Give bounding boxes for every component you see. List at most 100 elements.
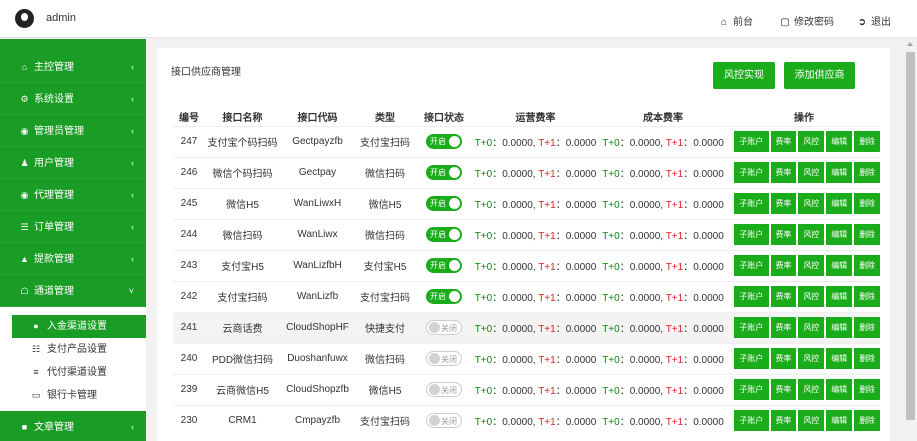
sidebar-item-2[interactable]: ⚙ 系统设置 ‹ [0, 83, 146, 115]
cell-code: WanLizfbH [280, 249, 355, 281]
sub-account-button[interactable]: 子账户 [734, 224, 769, 245]
sub-account-button[interactable]: 子账户 [734, 255, 769, 276]
rate-button[interactable]: 费率 [770, 255, 797, 276]
sidebar-item-4[interactable]: ♟ 用户管理 ‹ [0, 147, 146, 179]
cogs-icon: ⚙ [20, 94, 29, 104]
risk-button[interactable]: 风控 [798, 224, 825, 245]
delete-button[interactable]: 删除 [854, 224, 880, 245]
rate-button[interactable]: 费率 [770, 379, 797, 400]
rate-button[interactable]: 费率 [770, 317, 797, 338]
toggle-knob [429, 415, 440, 427]
submenu-item-4[interactable]: ▭ 银行卡管理 [12, 384, 146, 407]
rate-button[interactable]: 费率 [770, 286, 797, 307]
username-label[interactable]: admin [46, 12, 76, 24]
table-row: 247 支付宝个码扫码 Gectpayzfb 支付宝扫码 开启 T+0：0.0000, T… [173, 125, 880, 157]
delete-button[interactable]: 删除 [854, 162, 880, 183]
sub-account-button[interactable]: 子账户 [734, 348, 769, 369]
rate-button[interactable]: 费率 [770, 131, 797, 152]
delete-button[interactable]: 删除 [854, 255, 880, 276]
add-supplier-button[interactable]: 添加供应商 [784, 62, 855, 89]
edit-button[interactable]: 编辑 [826, 348, 853, 369]
delete-button[interactable]: 删除 [854, 317, 880, 338]
sub-account-button[interactable]: 子账户 [734, 286, 769, 307]
sub-account-button[interactable]: 子账户 [734, 162, 769, 183]
delete-button[interactable]: 删除 [854, 410, 880, 432]
cell-status: 关闭 [415, 342, 473, 374]
sub-account-button[interactable]: 子账户 [734, 131, 769, 152]
cell-code: WanLiwx [280, 218, 355, 250]
sidebar-item-8[interactable]: ☖ 通道管理 ˅ [0, 275, 146, 307]
status-toggle[interactable]: 开启 [426, 165, 462, 180]
delete-button[interactable]: 删除 [854, 379, 880, 400]
list-icon: ☰ [20, 222, 29, 232]
status-toggle[interactable]: 开启 [426, 196, 462, 211]
rate-button[interactable]: 费率 [770, 348, 797, 369]
edit-button[interactable]: 编辑 [826, 193, 853, 214]
edit-button[interactable]: 编辑 [826, 379, 853, 400]
sidebar-item-3[interactable]: ◉ 管理员管理 ‹ [0, 115, 146, 147]
edit-button[interactable]: 编辑 [826, 255, 853, 276]
submenu-item-3[interactable]: ≡ 代付渠道设置 [12, 361, 146, 384]
scroll-up-arrow-icon[interactable] [907, 42, 913, 46]
action-buttons: 子账户 费率 风控 编辑 删除 [728, 255, 880, 276]
avatar-icon[interactable] [15, 9, 34, 28]
risk-button[interactable]: 风控 [798, 410, 825, 432]
column-header: 运营费率 [515, 112, 556, 124]
delete-button[interactable]: 删除 [854, 348, 880, 369]
status-toggle[interactable]: 开启 [426, 134, 462, 149]
t1-label: T+1 [665, 262, 684, 273]
rate-button[interactable]: 费率 [770, 224, 797, 245]
risk-button[interactable]: 风控 [798, 379, 825, 400]
sidebar-item-articles[interactable]: ■ 文章管理 ‹ [0, 411, 146, 441]
sub-account-button[interactable]: 子账户 [734, 317, 769, 338]
sidebar-item-label: 主控管理 [34, 62, 74, 73]
edit-button[interactable]: 编辑 [826, 131, 853, 152]
risk-button[interactable]: 风控 [798, 286, 825, 307]
submenu-item-2[interactable]: ☷ 支付产品设置 [12, 338, 146, 361]
chevron-left-icon: ‹ [131, 94, 134, 104]
logout-link[interactable]: ➲ 退出 [856, 13, 891, 28]
rate-button[interactable]: 费率 [770, 193, 797, 214]
sub-account-button[interactable]: 子账户 [734, 379, 769, 400]
sub-account-button[interactable]: 子账户 [734, 193, 769, 214]
cell-type: 支付宝H5 [355, 249, 415, 281]
edit-button[interactable]: 编辑 [826, 410, 853, 432]
cell-actions: 子账户 费率 风控 编辑 删除 [728, 125, 880, 157]
sub-account-button[interactable]: 子账户 [734, 410, 769, 432]
status-toggle[interactable]: 开启 [426, 289, 462, 304]
risk-button[interactable]: 风控 [798, 193, 825, 214]
status-toggle[interactable]: 关闭 [426, 320, 462, 335]
action-buttons: 子账户 费率 风控 编辑 删除 [728, 224, 880, 245]
submenu-item-1[interactable]: ● 入金渠道设置 [12, 315, 146, 338]
risk-button[interactable]: 风控 [798, 131, 825, 152]
sidebar-item-7[interactable]: ▲ 提款管理 ‹ [0, 243, 146, 275]
status-toggle[interactable]: 关闭 [426, 413, 462, 429]
change-password-link[interactable]: ▢ 修改密码 [779, 13, 834, 28]
status-toggle[interactable]: 开启 [426, 227, 462, 242]
rate-button[interactable]: 费率 [770, 410, 797, 432]
risk-button[interactable]: 风控 [798, 348, 825, 369]
risk-button[interactable]: 风控 [798, 255, 825, 276]
edit-button[interactable]: 编辑 [826, 286, 853, 307]
delete-button[interactable]: 删除 [854, 286, 880, 307]
risk-button[interactable]: 风控 [798, 162, 825, 183]
rate-button[interactable]: 费率 [770, 162, 797, 183]
delete-button[interactable]: 删除 [854, 193, 880, 214]
status-toggle[interactable]: 开启 [426, 258, 462, 273]
edit-button[interactable]: 编辑 [826, 162, 853, 183]
sidebar-item-6[interactable]: ☰ 订单管理 ‹ [0, 211, 146, 243]
frontend-link[interactable]: ⌂ 前台 [718, 13, 753, 28]
risk-control-button[interactable]: 风控实现 [713, 62, 775, 89]
status-toggle[interactable]: 关闭 [426, 382, 462, 397]
t0-value: 0.0000 [629, 231, 661, 242]
status-toggle[interactable]: 关闭 [426, 351, 462, 366]
risk-button[interactable]: 风控 [798, 317, 825, 338]
sidebar-item-5[interactable]: ◉ 代理管理 ‹ [0, 179, 146, 211]
scrollbar[interactable] [904, 38, 917, 441]
sidebar-item-1[interactable]: ⌂ 主控管理 ‹ [0, 51, 146, 83]
scroll-thumb[interactable] [906, 52, 915, 420]
edit-button[interactable]: 编辑 [826, 224, 853, 245]
edit-button[interactable]: 编辑 [826, 317, 853, 338]
delete-button[interactable]: 删除 [854, 131, 880, 152]
chevron-down-icon: ˅ [128, 286, 134, 296]
